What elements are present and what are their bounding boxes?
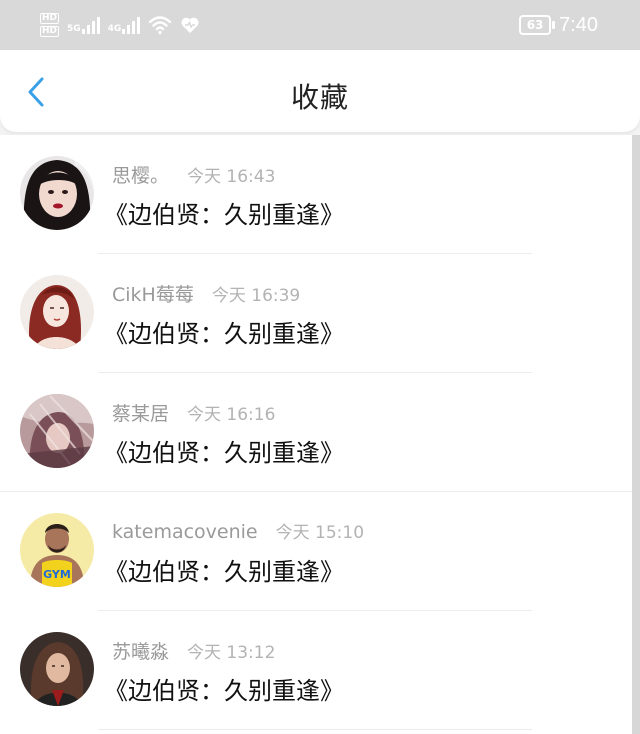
heart-icon <box>181 17 199 33</box>
item-meta: 思樱。 今天 16:43 <box>112 161 275 188</box>
avatar-image <box>20 275 94 349</box>
wifi-icon <box>149 16 172 35</box>
signal-bars-icon <box>81 16 100 34</box>
list-item[interactable]: CikH莓莓 今天 16:39 《边伯贤：久别重逢》 <box>0 254 632 373</box>
scrollbar[interactable] <box>632 135 640 734</box>
timestamp: 今天 16:16 <box>187 405 276 425</box>
user-name[interactable]: 苏曦淼 <box>112 637 169 664</box>
signal-4g: 4G <box>108 16 141 34</box>
timestamp: 今天 16:39 <box>211 286 301 306</box>
avatar-image: GYM <box>20 513 94 587</box>
item-title[interactable]: 《边伯贤：久别重逢》 <box>104 314 344 349</box>
signal-bars-icon <box>122 16 141 34</box>
avatar[interactable] <box>20 394 94 468</box>
item-title[interactable]: 《边伯贤：久别重逢》 <box>104 433 344 468</box>
list-item[interactable]: 蔡某居 今天 16:16 《边伯贤：久别重逢》 <box>0 373 632 492</box>
signal-5g: 5G <box>67 16 100 34</box>
nav-header: 收藏 <box>0 50 640 132</box>
avatar-image <box>20 394 94 468</box>
battery-level: 63 <box>526 18 544 32</box>
list-item[interactable]: GYM katemacovenie 今天 15:10 《边伯贤：久别重逢》 <box>0 492 632 611</box>
avatar-image <box>20 632 94 706</box>
hd-indicator: HD HD <box>40 13 60 37</box>
avatar-image <box>20 156 94 230</box>
hd-badge: HD <box>40 26 60 37</box>
list-item[interactable]: 苏曦淼 今天 13:12 《边伯贤：久别重逢》 <box>0 611 632 730</box>
user-name[interactable]: katemacovenie <box>112 521 258 543</box>
hd-badge: HD <box>40 13 60 24</box>
divider <box>98 729 532 730</box>
avatar[interactable]: GYM <box>20 513 94 587</box>
avatar[interactable] <box>20 632 94 706</box>
avatar-gym-text: GYM <box>43 568 71 581</box>
status-bar: HD HD 5G 4G 63 7:40 <box>0 0 640 50</box>
favorites-list[interactable]: 思樱。 今天 16:43 《边伯贤：久别重逢》 CikH莓莓 今天 16:39 … <box>0 135 632 734</box>
page-title: 收藏 <box>290 81 349 114</box>
clock: 7:40 <box>559 13 598 36</box>
status-right: 63 7:40 <box>519 14 640 37</box>
timestamp: 今天 16:43 <box>187 167 276 187</box>
avatar[interactable] <box>20 156 94 230</box>
list-item[interactable]: 思樱。 今天 16:43 《边伯贤：久别重逢》 <box>0 135 632 254</box>
timestamp: 今天 15:10 <box>275 523 365 543</box>
user-name[interactable]: 蔡某居 <box>112 399 169 426</box>
item-meta: katemacovenie 今天 15:10 <box>112 518 364 543</box>
item-title[interactable]: 《边伯贤：久别重逢》 <box>104 671 344 706</box>
timestamp: 今天 13:12 <box>187 643 276 663</box>
avatar[interactable] <box>20 275 94 349</box>
user-name[interactable]: CikH莓莓 <box>112 280 194 307</box>
item-meta: 蔡某居 今天 16:16 <box>112 399 275 426</box>
battery-icon: 63 <box>519 15 556 35</box>
item-meta: 苏曦淼 今天 13:12 <box>112 637 275 664</box>
item-meta: CikH莓莓 今天 16:39 <box>112 280 300 307</box>
user-name[interactable]: 思樱。 <box>112 161 169 188</box>
item-title[interactable]: 《边伯贤：久别重逢》 <box>104 195 344 230</box>
item-title[interactable]: 《边伯贤：久别重逢》 <box>104 552 344 587</box>
status-left: HD HD 5G 4G <box>0 0 200 50</box>
